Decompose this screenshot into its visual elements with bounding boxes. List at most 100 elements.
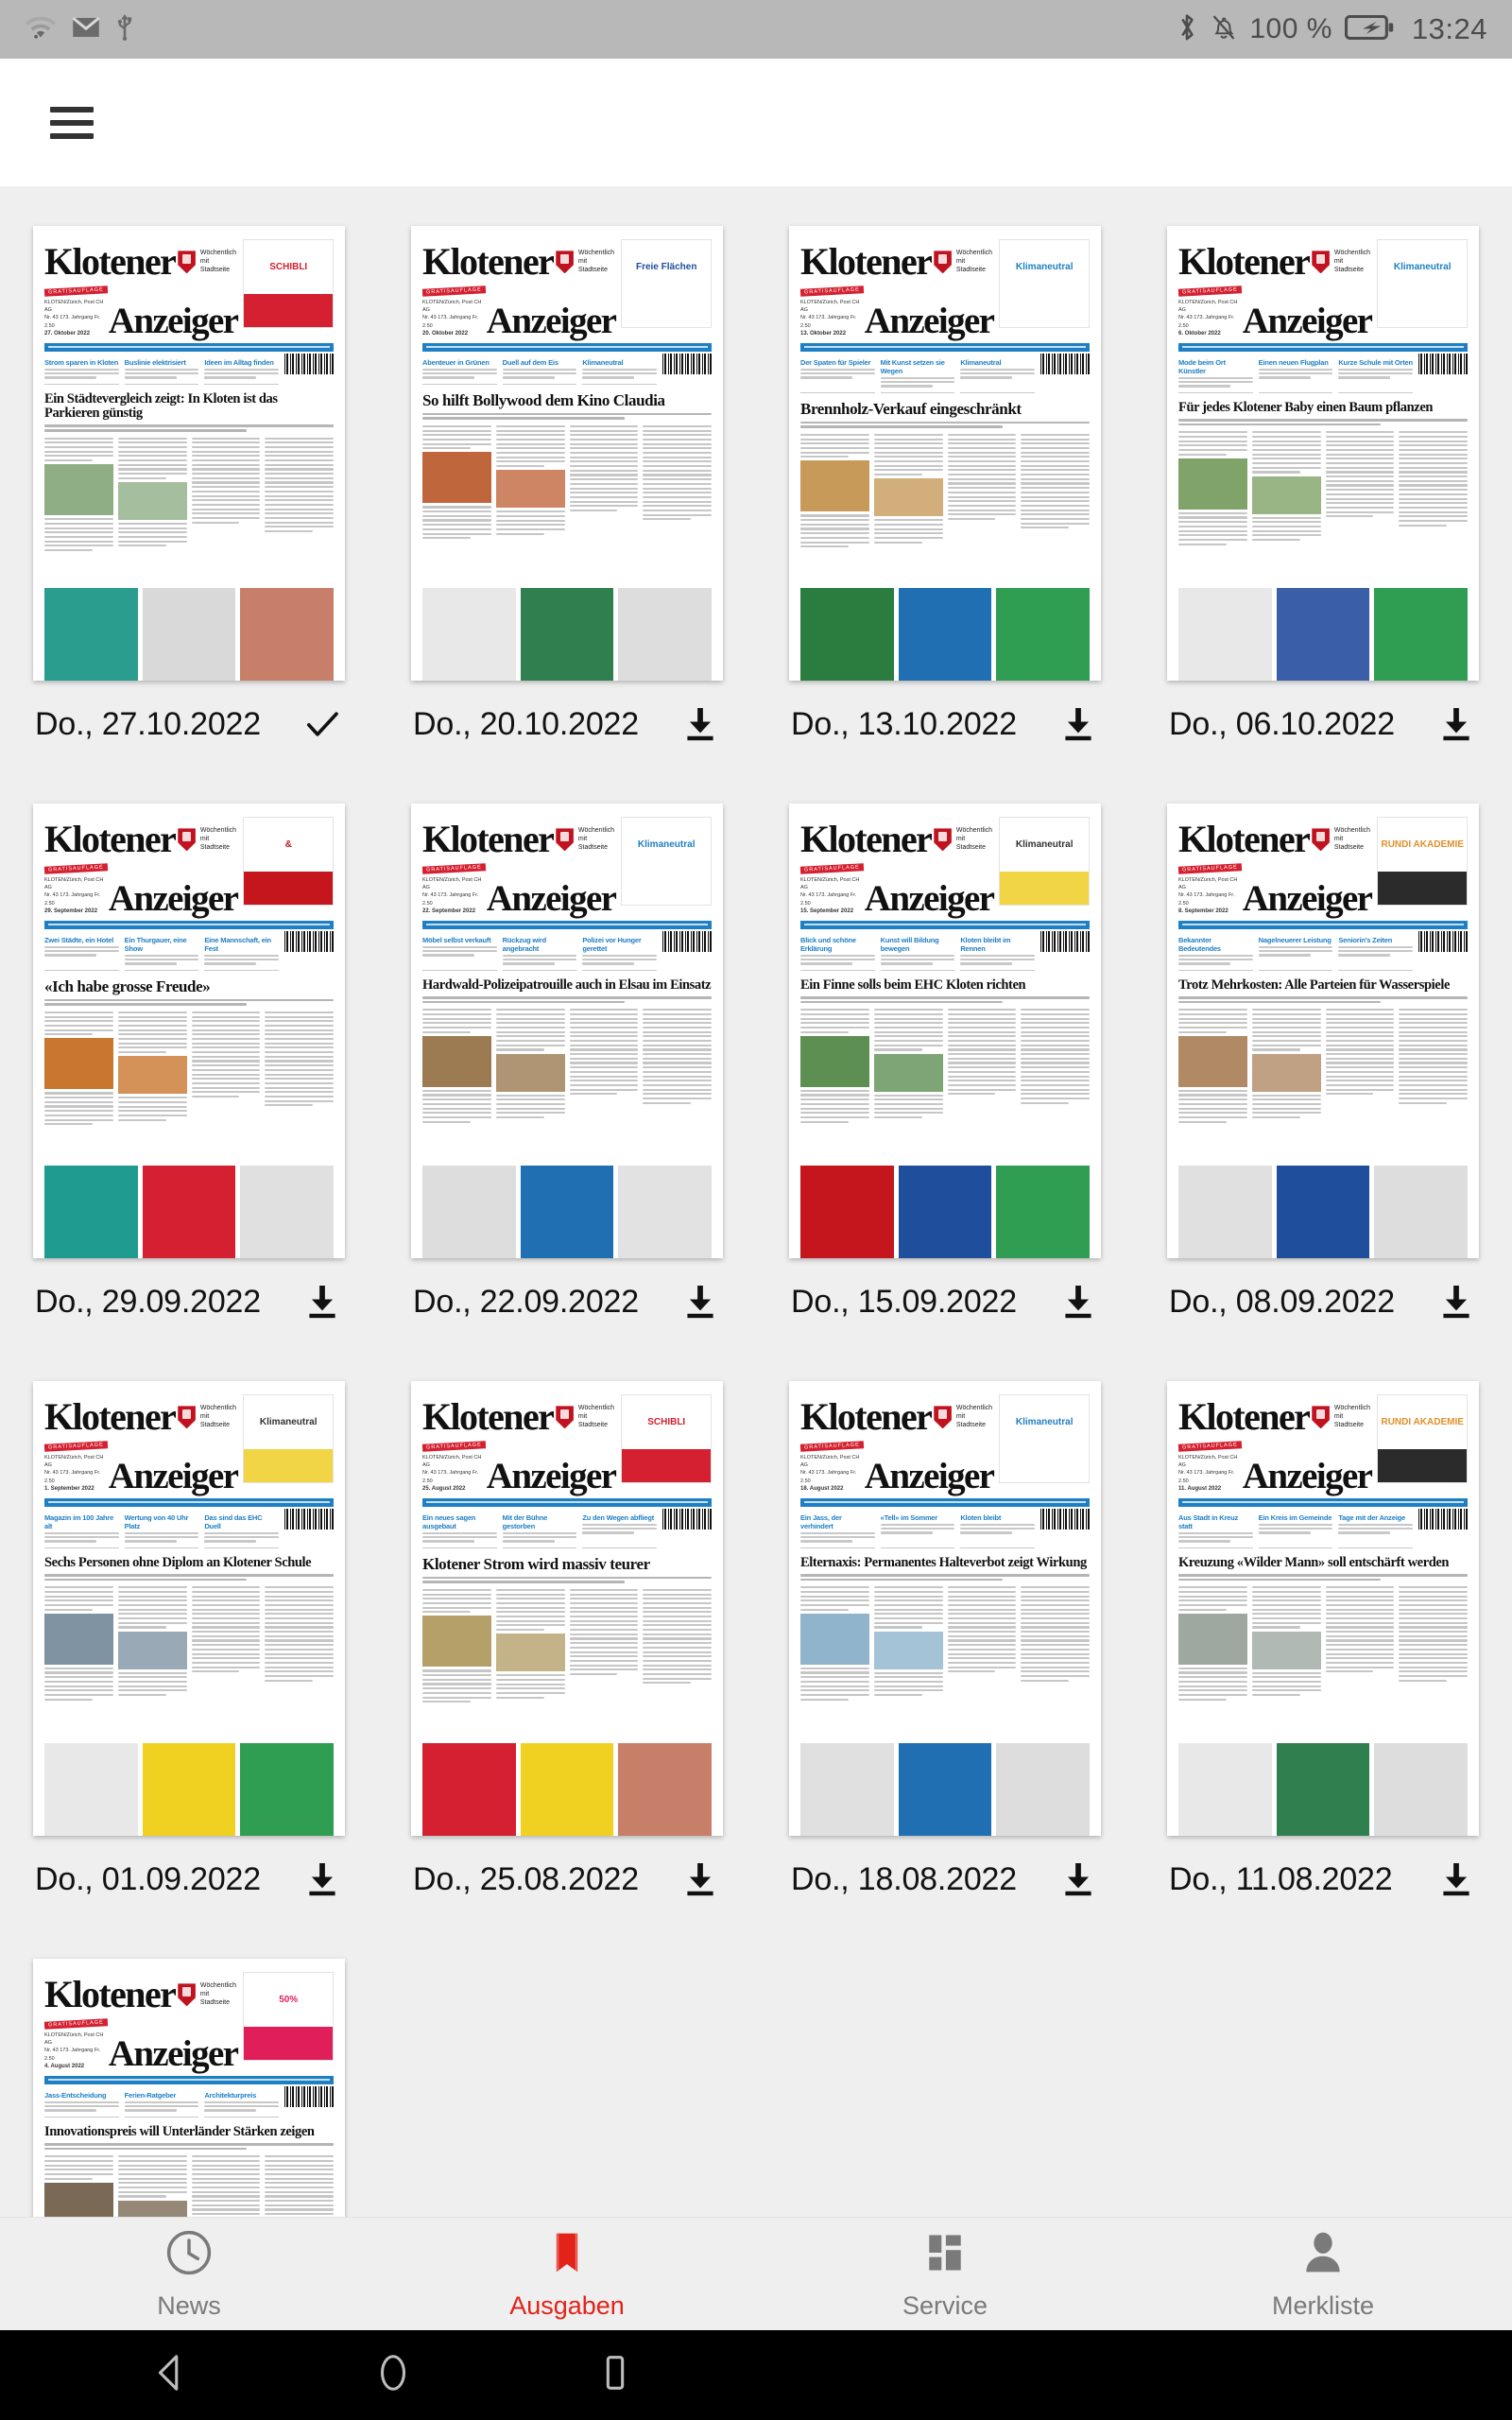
issue-thumbnail[interactable]: Klotener Wöchentlich mit Stadtseite GRATISA… xyxy=(1167,226,1479,681)
np-teaser: «Tell» im Sommer xyxy=(880,1513,955,1548)
np-column xyxy=(44,1011,113,1128)
np-footer-ad xyxy=(1276,1166,1370,1258)
masthead-word-klotener: Klotener xyxy=(44,1395,177,1438)
download-icon[interactable] xyxy=(679,1858,721,1900)
download-icon[interactable] xyxy=(679,1281,721,1322)
download-icon[interactable] xyxy=(301,1858,343,1900)
np-teaser-title: Eine Mannschaft, ein Fest xyxy=(204,935,271,953)
bluetooth-icon xyxy=(1176,11,1198,48)
hamburger-menu-icon[interactable] xyxy=(50,106,94,139)
np-teaser-title: Der Spaten für Spieler xyxy=(800,357,871,367)
np-column xyxy=(422,424,491,542)
np-column xyxy=(1178,431,1247,547)
np-teaser: Duell auf dem Eis xyxy=(502,358,577,385)
issue-date-label: Do., 29.09.2022 xyxy=(35,1283,261,1320)
np-teaser: Möbel selbst verkauft xyxy=(422,936,497,971)
masthead-word-anzeiger: Anzeiger xyxy=(108,877,239,919)
np-column xyxy=(1021,433,1090,550)
masthead-word-klotener: Klotener xyxy=(422,818,555,860)
issue-thumbnail[interactable]: Klotener Wöchentlich mit Stadtseite GRATISA… xyxy=(411,804,723,1258)
issue-thumbnail[interactable]: Klotener Wöchentlich mit Stadtseite GRATISA… xyxy=(789,1381,1101,1836)
download-icon[interactable] xyxy=(1057,1281,1099,1322)
issue-thumbnail[interactable]: Klotener Wöchentlich mit Stadtseite GRATISA… xyxy=(33,1959,345,2217)
home-circle-icon[interactable] xyxy=(371,2351,415,2399)
grid-icon xyxy=(920,2228,970,2282)
nav-item-ausgaben[interactable]: Ausgaben xyxy=(378,2228,756,2321)
issue-date-label: Do., 18.08.2022 xyxy=(791,1860,1017,1897)
masthead-word-klotener: Klotener xyxy=(1178,240,1311,283)
np-barcode xyxy=(1418,930,1468,952)
np-headline: Für jedes Klotener Baby einen Baum pflan… xyxy=(1178,399,1434,415)
np-footer-ad xyxy=(240,1743,335,1836)
np-footer-ad xyxy=(422,588,516,681)
issue-thumbnail[interactable]: Klotener Wöchentlich mit Stadtseite GRATISA… xyxy=(1167,1381,1479,1836)
masthead-ribbon: GRATISAUFLAGE xyxy=(43,285,108,297)
masthead-tagline: Wöchentlich mit Stadtseite xyxy=(199,827,237,851)
np-teaser-title: Buslinie elektrisiert xyxy=(124,357,186,367)
issue-thumbnail[interactable]: Klotener Wöchentlich mit Stadtseite GRATISA… xyxy=(33,1381,345,1836)
np-headline: Elternaxis: Permanentes Halteverbot zeig… xyxy=(800,1554,1087,1570)
np-footer-ad xyxy=(1276,1743,1370,1836)
issue-caption: Do., 27.10.2022 xyxy=(33,703,345,745)
issue-thumbnail[interactable]: Klotener Wöchentlich mit Stadtseite GRATISA… xyxy=(411,226,723,681)
masthead-word-anzeiger: Anzeiger xyxy=(864,1455,995,1496)
np-column xyxy=(422,1588,491,1705)
issue-caption: Do., 15.09.2022 xyxy=(789,1281,1101,1322)
download-icon[interactable] xyxy=(679,703,721,745)
np-teaser: Jass-Entscheidung xyxy=(44,2091,119,2118)
issue-date-label: Do., 13.10.2022 xyxy=(791,705,1017,742)
np-blue-bar xyxy=(44,2075,334,2084)
issue-cell: Klotener Wöchentlich mit Stadtseite GRATISA… xyxy=(1134,226,1512,804)
crest-icon xyxy=(178,1983,196,2007)
download-icon[interactable] xyxy=(1435,1281,1477,1322)
download-icon[interactable] xyxy=(301,1281,343,1322)
nav-label-ausgaben: Ausgaben xyxy=(509,2290,625,2320)
np-teaser: Kurze Schule mit Orten xyxy=(1338,358,1413,393)
np-column xyxy=(800,1586,869,1703)
masthead-word-anzeiger: Anzeiger xyxy=(108,1455,239,1496)
back-triangle-icon[interactable] xyxy=(149,2351,193,2399)
nav-item-merkliste[interactable]: Merkliste xyxy=(1134,2228,1512,2321)
issue-thumbnail[interactable]: Klotener Wöchentlich mit Stadtseite GRATISA… xyxy=(33,804,345,1258)
np-column xyxy=(191,437,261,554)
issue-thumbnail[interactable]: Klotener Wöchentlich mit Stadtseite GRATISA… xyxy=(1167,804,1479,1258)
issue-thumbnail[interactable]: Klotener Wöchentlich mit Stadtseite GRATISA… xyxy=(789,226,1101,681)
np-footer-ad xyxy=(800,1166,894,1258)
masthead-ribbon: GRATISAUFLAGE xyxy=(421,1441,486,1452)
np-teaser-title: Blick und schöne Erklärung xyxy=(800,935,856,953)
nav-item-service[interactable]: Service xyxy=(756,2228,1134,2321)
np-column xyxy=(873,433,943,550)
issue-thumbnail[interactable]: Klotener Wöchentlich mit Stadtseite GRATISA… xyxy=(411,1381,723,1836)
np-headline: So hilft Bollywood dem Kino Claudia xyxy=(422,390,665,409)
masthead-ribbon: GRATISAUFLAGE xyxy=(421,863,486,874)
download-icon[interactable] xyxy=(1057,1858,1099,1900)
recents-square-icon[interactable] xyxy=(593,2351,637,2399)
issue-thumbnail[interactable]: Klotener Wöchentlich mit Stadtseite GRATISA… xyxy=(33,226,345,681)
nav-item-news[interactable]: News xyxy=(0,2228,378,2321)
np-column xyxy=(495,1009,565,1125)
download-icon[interactable] xyxy=(1435,703,1477,745)
issues-scroll-area[interactable]: Klotener Wöchentlich mit Stadtseite GRATISA… xyxy=(0,186,1512,2217)
masthead-ribbon: GRATISAUFLAGE xyxy=(1177,863,1242,874)
masthead-meta: KLOTEN/Zürich, Post CH AG Nr. 43 173. Jah… xyxy=(422,876,482,914)
np-teaser: Wertung von 40 Uhr Platz xyxy=(124,1512,199,1548)
np-headline: Brennholz-Verkauf eingeschränkt xyxy=(800,399,1022,418)
np-footer-ad xyxy=(520,1166,614,1258)
issue-thumbnail[interactable]: Klotener Wöchentlich mit Stadtseite GRATISA… xyxy=(789,804,1101,1258)
newspaper-ad: Klimaneutral xyxy=(243,1394,334,1483)
check-icon[interactable] xyxy=(301,703,343,745)
np-blue-bar xyxy=(800,342,1090,352)
np-column xyxy=(117,437,187,554)
issue-cell: Klotener Wöchentlich mit Stadtseite GRATISA… xyxy=(0,804,378,1381)
np-column xyxy=(191,1586,261,1703)
np-barcode xyxy=(1040,1508,1090,1530)
np-teaser-title: Mode beim Ort Künstler xyxy=(1178,357,1226,375)
np-teaser: Kloten bleibt im Rennen xyxy=(960,936,1036,971)
np-teaser-title: Wertung von 40 Uhr Platz xyxy=(124,1512,189,1530)
np-headline: Trotz Mehrkosten: Alle Parteien für Wass… xyxy=(1178,977,1450,993)
download-icon[interactable] xyxy=(1057,703,1099,745)
np-barcode xyxy=(1040,930,1090,952)
download-icon[interactable] xyxy=(1435,1858,1477,1900)
newspaper-page: Klotener Wöchentlich mit Stadtseite GRATISA… xyxy=(33,1959,345,2217)
np-footer-ad xyxy=(618,1743,713,1836)
